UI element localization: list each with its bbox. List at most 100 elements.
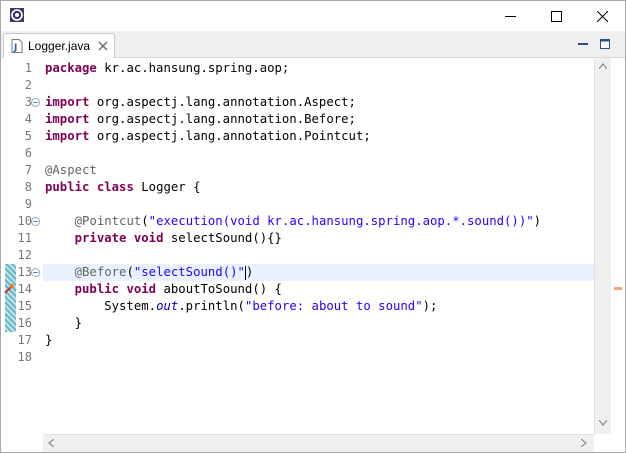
line-number: 6 (24, 146, 32, 160)
minimize-button[interactable] (487, 1, 533, 31)
quick-fix-icon[interactable] (3, 283, 15, 295)
line-number: 10 (17, 214, 32, 228)
eclipse-window: J Logger.java 1 2 3 4 5 6 7 8 9 10 11 12 13 14 15 16 17 1… (0, 0, 626, 453)
keyword-token: private (74, 231, 127, 245)
line-number: 17 (17, 333, 32, 347)
code-line[interactable]: import org.aspectj.lang.annotation.Aspec… (45, 94, 356, 111)
line-number: 8 (24, 180, 32, 194)
line-number: 18 (17, 350, 32, 364)
tab-close-icon[interactable] (98, 41, 108, 51)
keyword-token: import (45, 112, 90, 126)
close-icon (596, 10, 608, 22)
code-area[interactable]: package kr.ac.hansung.spring.aop; import … (43, 58, 594, 434)
scroll-down-icon[interactable] (599, 420, 607, 426)
keyword-token: public (74, 282, 120, 296)
close-window-button[interactable] (579, 1, 625, 31)
line-number: 2 (24, 78, 32, 92)
fold-collapse-icon[interactable] (31, 98, 40, 107)
line-number: 7 (24, 163, 32, 177)
scroll-up-icon[interactable] (599, 63, 607, 69)
annotation-token: @Before (74, 265, 127, 279)
horizontal-scrollbar[interactable] (43, 434, 594, 452)
overview-ruler[interactable] (611, 58, 625, 452)
scroll-left-icon[interactable] (48, 439, 54, 447)
keyword-token: void (133, 231, 164, 245)
code-line[interactable]: @Before("selectSound()") (45, 264, 253, 281)
code-token: org.aspectj.lang.annotation.Aspect; (89, 95, 356, 109)
code-token: org.aspectj.lang.annotation.Before; (89, 112, 356, 126)
keyword-token: public (45, 180, 90, 194)
code-line[interactable]: package kr.ac.hansung.spring.aop; (45, 60, 289, 77)
code-token: ) (245, 265, 254, 279)
string-token: "before: about to sound" (244, 299, 423, 313)
minimize-icon (504, 15, 516, 17)
vertical-scrollbar[interactable] (594, 58, 612, 434)
line-number: 4 (24, 112, 32, 126)
string-token: "execution(void kr.ac.hansung.spring.aop… (148, 214, 534, 228)
minimize-view-icon[interactable] (577, 38, 589, 50)
maximize-view-icon[interactable] (599, 38, 611, 50)
overview-marker[interactable] (614, 287, 622, 290)
line-number: 14 (17, 282, 32, 296)
code-token: } (45, 316, 83, 330)
line-number: 12 (17, 248, 32, 262)
line-number-ruler[interactable]: 1 2 3 4 5 6 7 8 9 10 11 12 13 14 15 16 17 18 (18, 58, 43, 452)
line-number: 11 (17, 231, 32, 245)
code-line[interactable]: System.out.println("before: about to sou… (45, 298, 437, 315)
code-token: selectSound(){} (163, 231, 282, 245)
scroll-right-icon[interactable] (581, 439, 587, 447)
annotation-token: @Pointcut (74, 214, 142, 228)
java-file-icon: J (11, 39, 23, 53)
line-number: 13 (17, 265, 32, 279)
code-line[interactable]: import org.aspectj.lang.annotation.Point… (45, 128, 371, 145)
code-token: } (45, 333, 53, 347)
annotation-ruler[interactable] (1, 58, 18, 452)
fold-collapse-icon[interactable] (31, 217, 40, 226)
code-line[interactable]: private void selectSound(){} (45, 230, 282, 247)
line-number: 9 (24, 197, 32, 211)
eclipse-app-icon (10, 8, 24, 22)
code-token: ( (141, 214, 149, 228)
code-token: System. (45, 299, 157, 313)
tab-label: Logger.java (28, 39, 91, 53)
maximize-icon (550, 10, 562, 22)
keyword-token: package (45, 61, 97, 75)
code-token: ( (126, 265, 134, 279)
tab-logger-java[interactable]: J Logger.java (3, 33, 115, 58)
field-token: out (156, 299, 179, 313)
annotation-token: @Aspect (45, 163, 97, 177)
string-token: "selectSound()" (133, 265, 245, 279)
code-token: kr.ac.hansung.spring.aop; (96, 61, 290, 75)
code-token: ); (422, 299, 438, 313)
line-number: 1 (24, 61, 32, 75)
code-line[interactable]: public class Logger { (45, 179, 201, 196)
line-number: 16 (17, 316, 32, 330)
code-line[interactable]: public void aboutToSound() { (45, 281, 282, 298)
line-number: 15 (17, 299, 32, 313)
svg-text:J: J (13, 43, 17, 53)
code-token: org.aspectj.lang.annotation.Pointcut; (89, 129, 371, 143)
editor-tab-bar: J Logger.java (1, 31, 625, 58)
keyword-token: class (96, 180, 134, 194)
maximize-button[interactable] (533, 1, 579, 31)
code-token: .println( (178, 299, 245, 313)
change-indicator[interactable] (5, 264, 16, 332)
keyword-token: import (45, 95, 90, 109)
code-token: aboutToSound() { (156, 282, 282, 296)
code-line[interactable]: } (45, 315, 82, 332)
code-line[interactable]: } (45, 332, 52, 349)
code-line[interactable]: @Pointcut("execution(void kr.ac.hansung.… (45, 213, 541, 230)
code-token: Logger { (133, 180, 201, 194)
code-line[interactable]: import org.aspectj.lang.annotation.Befor… (45, 111, 356, 128)
line-number: 5 (24, 129, 32, 143)
code-line[interactable]: @Aspect (45, 162, 97, 179)
fold-collapse-icon[interactable] (31, 268, 40, 277)
code-token: ) (533, 214, 542, 228)
title-bar[interactable] (1, 1, 625, 31)
